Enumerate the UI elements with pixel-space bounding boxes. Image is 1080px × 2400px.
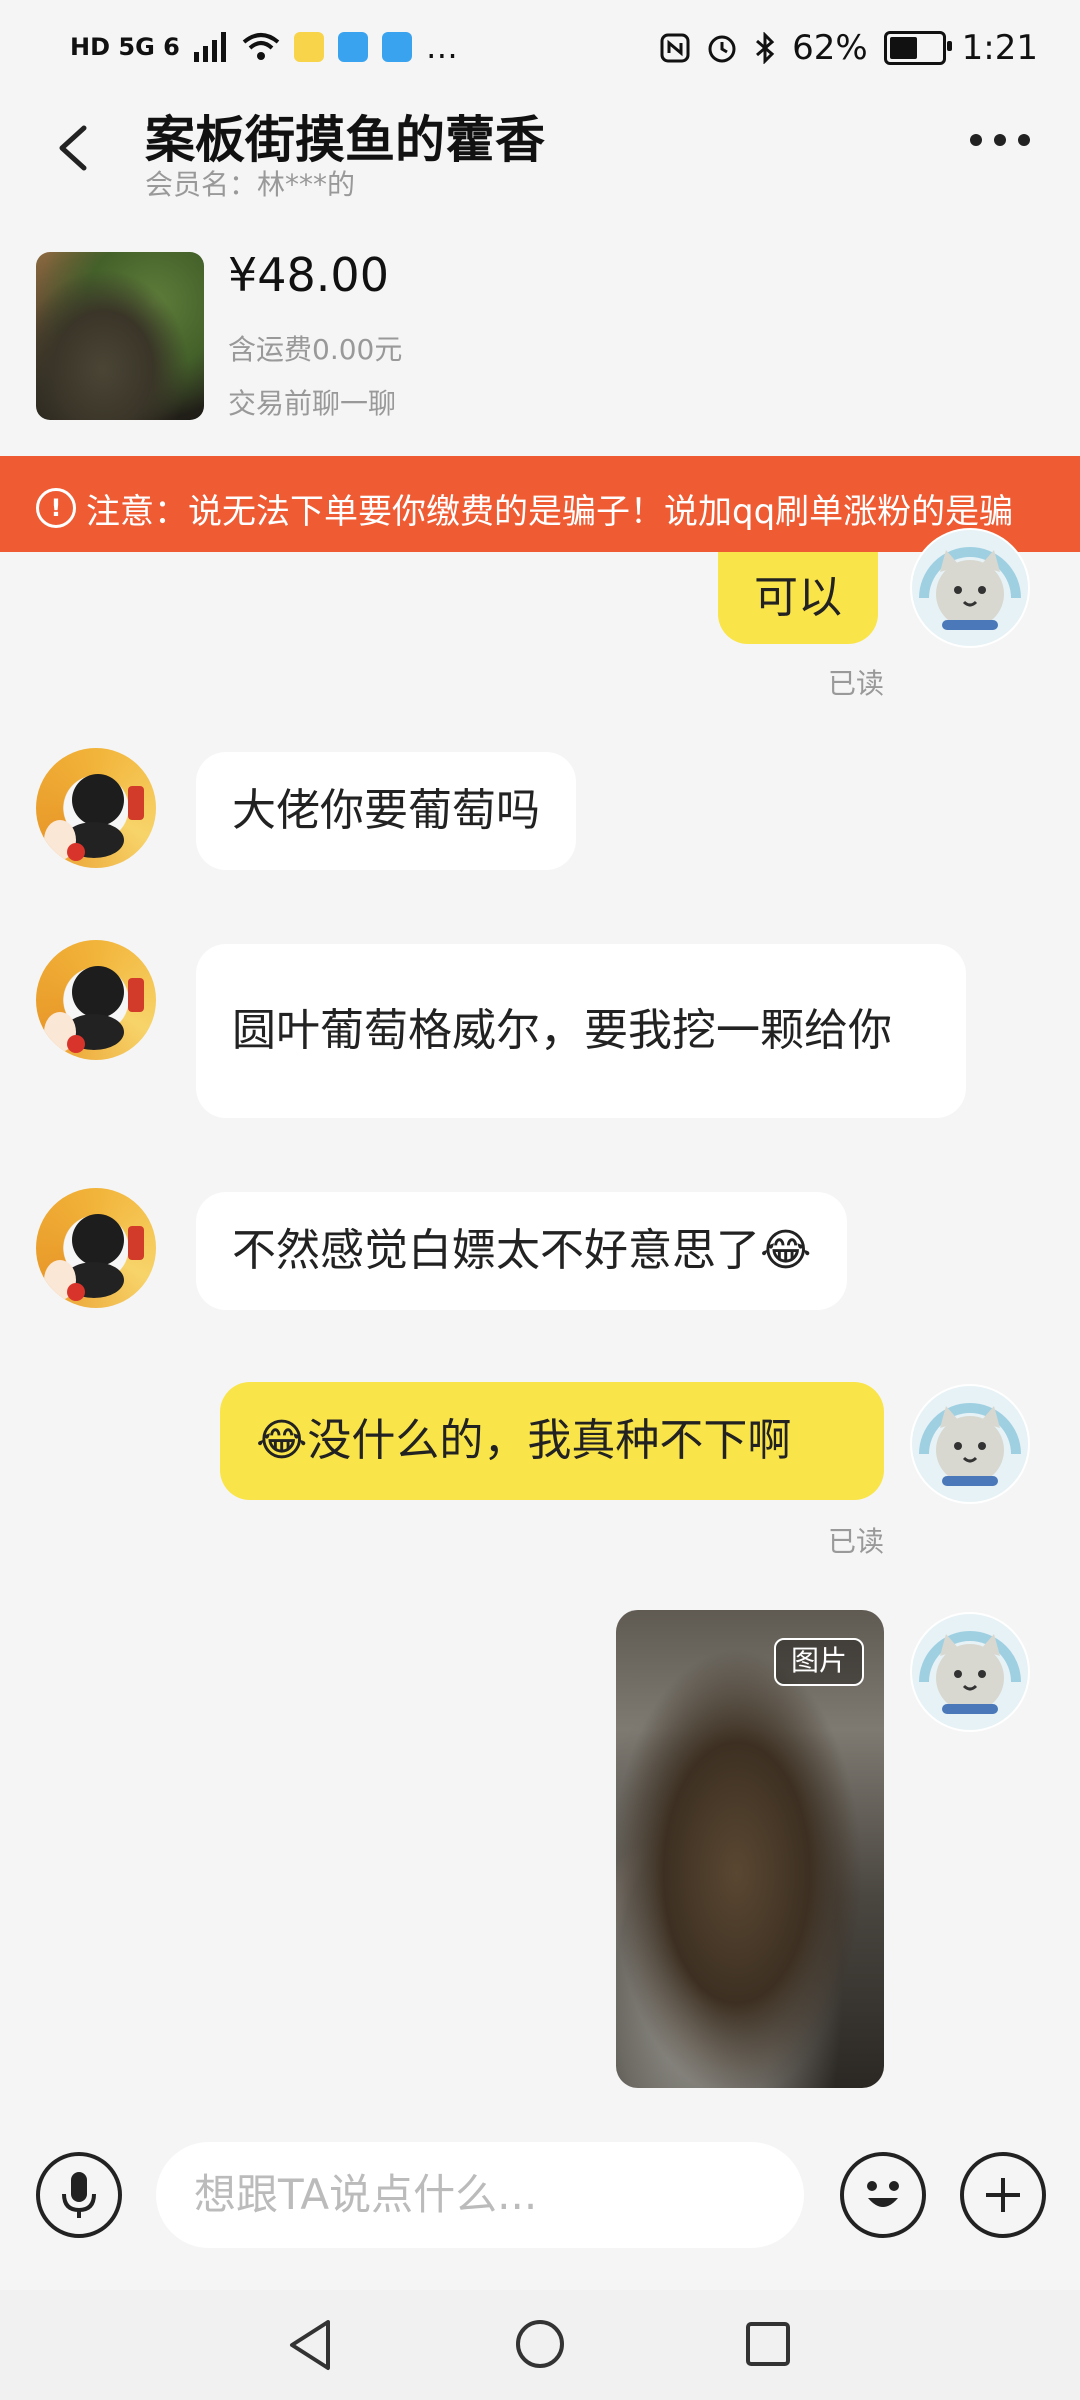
warning-text: 注意：说无法下单要你缴费的是骗子！说加qq刷单涨粉的是骗	[86, 492, 1014, 532]
cat-avatar-icon	[912, 1386, 1028, 1502]
circle-home-icon	[516, 2320, 564, 2368]
read-receipt: 已读	[828, 1525, 885, 1558]
chevron-left-icon	[59, 125, 87, 171]
cat-avatar-icon	[912, 1614, 1028, 1730]
smiley-icon	[867, 2181, 899, 2207]
message-bubble-incoming[interactable]: 大佬你要葡萄吗	[196, 752, 576, 870]
app-notification-icon	[293, 32, 324, 62]
wifi-icon	[242, 33, 280, 60]
status-left: HD 5G 6 …	[70, 28, 458, 66]
seller-avatar-icon	[44, 774, 144, 861]
seller-avatar[interactable]	[36, 748, 156, 868]
chat-title: 案板街摸鱼的藿香	[145, 111, 545, 169]
message-text: 可以	[754, 572, 842, 623]
battery-level	[889, 37, 917, 59]
plus-icon	[986, 2178, 1020, 2212]
seller-avatar[interactable]	[36, 940, 156, 1060]
status-right: 62% 1:21	[660, 28, 1038, 68]
member-name: 会员名：林***的	[145, 168, 356, 201]
square-recents-icon	[746, 2322, 790, 2366]
triangle-back-icon	[290, 2320, 330, 2370]
status-left-text: HD 5G 6	[70, 33, 180, 61]
more-notifications-icon: …	[425, 28, 458, 66]
warning-icon: !	[36, 488, 76, 528]
message-bubble-outgoing[interactable]: 可以	[718, 552, 878, 644]
seller-avatar-icon	[44, 966, 144, 1053]
alarm-icon	[708, 35, 736, 63]
message-text: 😂没什么的，我真种不下啊	[256, 1415, 792, 1466]
seller-avatar-icon	[44, 1214, 144, 1301]
bluetooth-icon	[756, 32, 775, 64]
message-text: 不然感觉白嫖太不好意思了😂	[232, 1225, 812, 1276]
back-button[interactable]	[46, 118, 106, 178]
product-thumbnail[interactable]	[36, 252, 204, 420]
message-bubble-outgoing[interactable]: 😂没什么的，我真种不下啊	[220, 1382, 884, 1500]
cat-avatar-icon	[912, 530, 1028, 646]
app-notification-icon	[337, 32, 368, 62]
battery-percent: 62%	[792, 28, 868, 68]
product-price: ¥48.00	[228, 248, 389, 302]
image-tag: 图片	[774, 1638, 864, 1686]
product-shipping: 含运费0.00元	[228, 333, 403, 366]
battery-icon	[883, 31, 952, 65]
microphone-icon	[62, 2172, 96, 2218]
more-actions-button[interactable]	[960, 2152, 1046, 2238]
read-receipt: 已读	[828, 667, 885, 700]
message-text: 大佬你要葡萄吗	[232, 785, 540, 836]
seller-avatar[interactable]	[36, 1188, 156, 1308]
message-bubble-incoming[interactable]: 圆叶葡萄格威尔，要我挖一颗给你	[196, 944, 966, 1118]
emoji-button[interactable]	[840, 2152, 926, 2238]
product-chat-hint: 交易前聊一聊	[228, 387, 397, 420]
nfc-icon	[660, 33, 690, 63]
message-bubble-incoming[interactable]: 不然感觉白嫖太不好意思了😂	[196, 1192, 848, 1310]
message-input[interactable]: 想跟TA说点什么...	[156, 2142, 804, 2248]
my-avatar[interactable]	[910, 1384, 1030, 1504]
my-avatar[interactable]	[910, 1612, 1030, 1732]
signal-icon	[193, 32, 226, 62]
app-notification-icon	[381, 32, 412, 62]
message-text: 圆叶葡萄格威尔，要我挖一颗给你	[232, 1005, 892, 1056]
my-avatar[interactable]	[910, 528, 1030, 648]
nav-home-button[interactable]	[514, 2318, 566, 2374]
nav-recents-button[interactable]	[744, 2320, 792, 2372]
voice-button[interactable]	[36, 2152, 122, 2238]
more-options-button[interactable]	[970, 134, 1030, 146]
more-dot	[994, 134, 1006, 146]
more-dot	[970, 134, 982, 146]
nav-back-button[interactable]	[286, 2318, 336, 2376]
more-dot	[1018, 134, 1030, 146]
clock: 1:21	[961, 28, 1038, 68]
